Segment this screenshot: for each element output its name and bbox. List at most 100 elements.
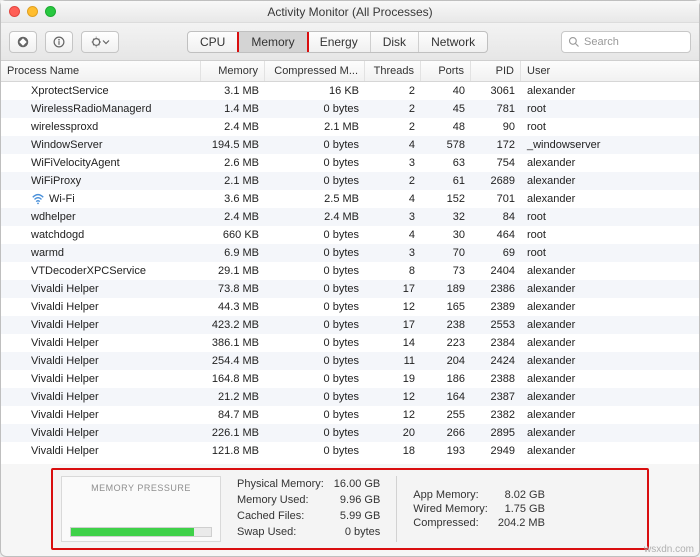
process-threads: 2 [365, 82, 421, 100]
process-compressed: 0 bytes [265, 226, 365, 244]
process-user: _windowserver [521, 136, 699, 154]
col-memory[interactable]: Memory [201, 61, 265, 81]
process-compressed: 2.4 MB [265, 208, 365, 226]
process-table[interactable]: XprotectService3.1 MB16 KB2403061alexand… [1, 82, 699, 464]
tab-disk[interactable]: Disk [371, 32, 419, 52]
table-row[interactable]: watchdogd660 KB0 bytes430464root [1, 226, 699, 244]
process-ports: 223 [421, 334, 471, 352]
process-threads: 2 [365, 118, 421, 136]
search-icon [568, 36, 580, 48]
process-threads: 12 [365, 298, 421, 316]
process-pid: 2389 [471, 298, 521, 316]
table-row[interactable]: Vivaldi Helper164.8 MB0 bytes191862388al… [1, 370, 699, 388]
col-user[interactable]: User [521, 61, 699, 81]
process-name: Vivaldi Helper [1, 442, 201, 460]
process-memory: 1.4 MB [201, 100, 265, 118]
search-input[interactable]: Search [561, 31, 691, 53]
tab-network[interactable]: Network [419, 32, 487, 52]
process-compressed: 0 bytes [265, 100, 365, 118]
stop-process-button[interactable] [9, 31, 37, 53]
table-row[interactable]: Vivaldi Helper226.1 MB0 bytes202662895al… [1, 424, 699, 442]
tab-bar: CPU Memory Energy Disk Network [187, 31, 488, 53]
process-ports: 238 [421, 316, 471, 334]
process-memory: 2.4 MB [201, 118, 265, 136]
process-memory: 44.3 MB [201, 298, 265, 316]
table-row[interactable]: wirelessproxd2.4 MB2.1 MB24890root [1, 118, 699, 136]
process-compressed: 0 bytes [265, 136, 365, 154]
process-compressed: 0 bytes [265, 442, 365, 460]
col-threads[interactable]: Threads [365, 61, 421, 81]
process-user: alexander [521, 370, 699, 388]
info-button[interactable] [45, 31, 73, 53]
table-row[interactable]: wdhelper2.4 MB2.4 MB33284root [1, 208, 699, 226]
process-user: root [521, 100, 699, 118]
highlight-memory-tab: Memory [237, 31, 308, 53]
process-user: alexander [521, 316, 699, 334]
table-row[interactable]: Vivaldi Helper84.7 MB0 bytes122552382ale… [1, 406, 699, 424]
process-compressed: 0 bytes [265, 298, 365, 316]
table-row[interactable]: Vivaldi Helper21.2 MB0 bytes121642387ale… [1, 388, 699, 406]
table-row[interactable]: Vivaldi Helper423.2 MB0 bytes172382553al… [1, 316, 699, 334]
process-pid: 2384 [471, 334, 521, 352]
process-memory: 254.4 MB [201, 352, 265, 370]
process-compressed: 0 bytes [265, 334, 365, 352]
process-user: alexander [521, 262, 699, 280]
col-process-name[interactable]: Process Name [1, 61, 201, 81]
process-name: WirelessRadioManagerd [1, 100, 201, 118]
process-compressed: 0 bytes [265, 406, 365, 424]
process-memory: 21.2 MB [201, 388, 265, 406]
tab-cpu[interactable]: CPU [188, 32, 238, 52]
process-ports: 70 [421, 244, 471, 262]
process-compressed: 0 bytes [265, 424, 365, 442]
process-user: root [521, 244, 699, 262]
table-row[interactable]: WiFiProxy2.1 MB0 bytes2612689alexander [1, 172, 699, 190]
table-row[interactable]: Vivaldi Helper73.8 MB0 bytes171892386ale… [1, 280, 699, 298]
process-user: alexander [521, 298, 699, 316]
table-row[interactable]: XprotectService3.1 MB16 KB2403061alexand… [1, 82, 699, 100]
process-user: alexander [521, 280, 699, 298]
process-threads: 18 [365, 442, 421, 460]
process-name: XprotectService [1, 82, 201, 100]
col-ports[interactable]: Ports [421, 61, 471, 81]
process-ports: 204 [421, 352, 471, 370]
process-user: alexander [521, 172, 699, 190]
process-pid: 754 [471, 154, 521, 172]
table-row[interactable]: Vivaldi Helper121.8 MB0 bytes181932949al… [1, 442, 699, 460]
process-ports: 266 [421, 424, 471, 442]
process-threads: 14 [365, 334, 421, 352]
table-row[interactable]: Vivaldi Helper386.1 MB0 bytes142232384al… [1, 334, 699, 352]
process-memory: 423.2 MB [201, 316, 265, 334]
process-pid: 2388 [471, 370, 521, 388]
table-row[interactable]: WiFiVelocityAgent2.6 MB0 bytes363754alex… [1, 154, 699, 172]
table-row[interactable]: warmd6.9 MB0 bytes37069root [1, 244, 699, 262]
col-compressed[interactable]: Compressed M... [265, 61, 365, 81]
table-row[interactable]: Wi-Fi3.6 MB2.5 MB4152701alexander [1, 190, 699, 208]
tab-energy[interactable]: Energy [308, 32, 371, 52]
process-compressed: 16 KB [265, 82, 365, 100]
process-memory: 29.1 MB [201, 262, 265, 280]
process-pid: 2386 [471, 280, 521, 298]
process-name: wirelessproxd [1, 118, 201, 136]
process-compressed: 0 bytes [265, 262, 365, 280]
process-compressed: 0 bytes [265, 154, 365, 172]
table-row[interactable]: Vivaldi Helper254.4 MB0 bytes112042424al… [1, 352, 699, 370]
process-threads: 4 [365, 226, 421, 244]
process-compressed: 0 bytes [265, 388, 365, 406]
process-pid: 2382 [471, 406, 521, 424]
process-threads: 20 [365, 424, 421, 442]
table-row[interactable]: VTDecoderXPCService29.1 MB0 bytes8732404… [1, 262, 699, 280]
process-user: alexander [521, 442, 699, 460]
process-user: alexander [521, 190, 699, 208]
process-ports: 63 [421, 154, 471, 172]
process-user: alexander [521, 334, 699, 352]
table-row[interactable]: WindowServer194.5 MB0 bytes4578172_windo… [1, 136, 699, 154]
tab-memory[interactable]: Memory [239, 32, 306, 52]
table-row[interactable]: Vivaldi Helper44.3 MB0 bytes121652389ale… [1, 298, 699, 316]
process-threads: 2 [365, 100, 421, 118]
process-threads: 19 [365, 370, 421, 388]
process-name: VTDecoderXPCService [1, 262, 201, 280]
col-pid[interactable]: PID [471, 61, 521, 81]
activity-monitor-window: Activity Monitor (All Processes) CPU Mem… [0, 0, 700, 557]
options-dropdown[interactable] [81, 31, 119, 53]
table-row[interactable]: WirelessRadioManagerd1.4 MB0 bytes245781… [1, 100, 699, 118]
